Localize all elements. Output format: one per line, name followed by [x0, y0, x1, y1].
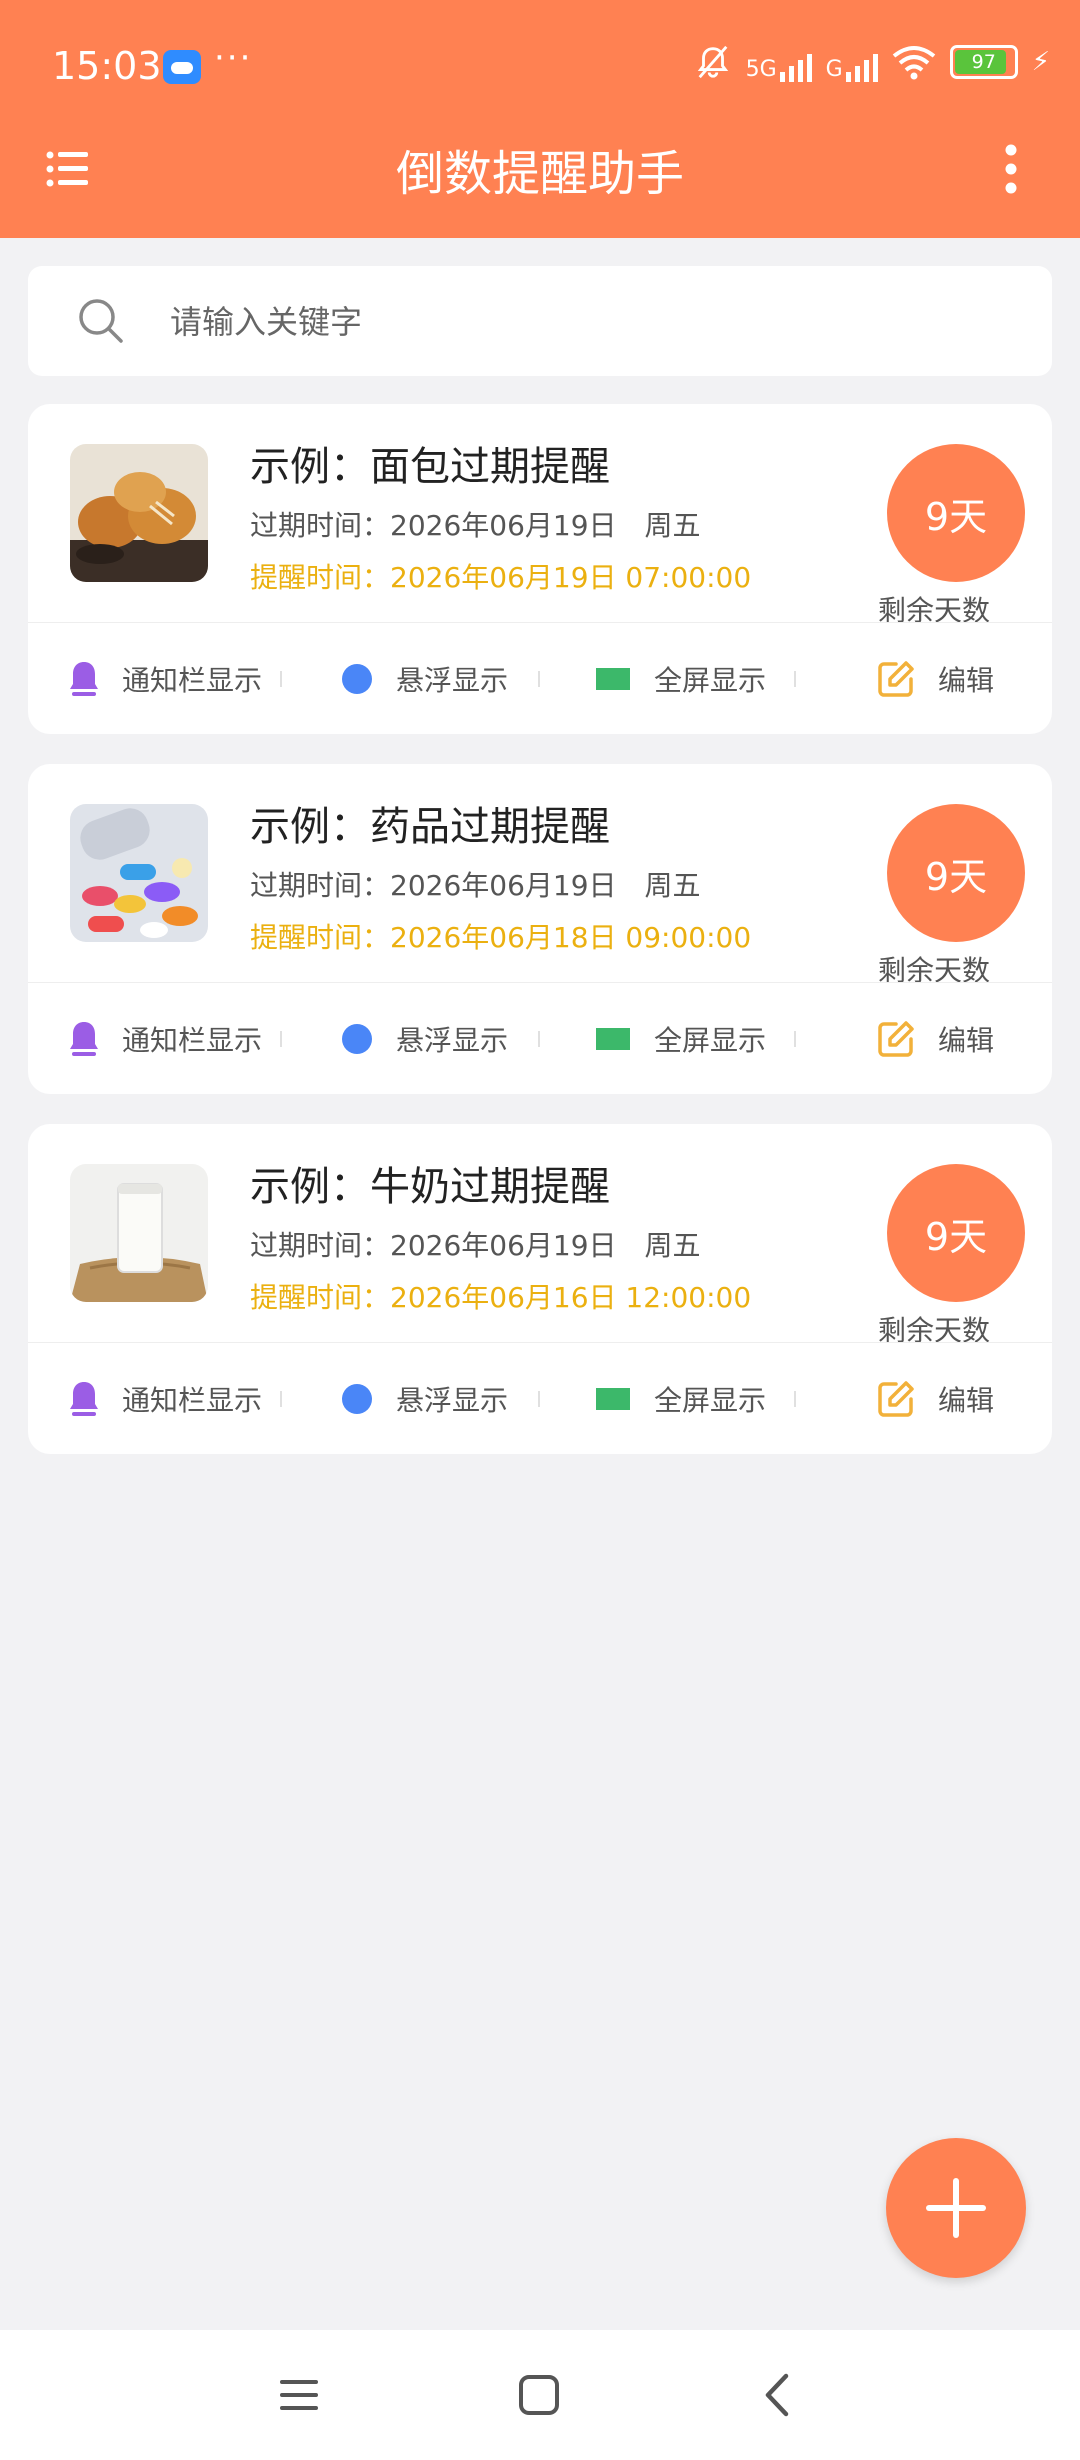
- edit-icon: [878, 661, 914, 697]
- pills-thumbnail: [70, 804, 208, 942]
- wifi-icon: [892, 46, 935, 80]
- separator: [794, 1391, 796, 1407]
- signal-5g-icon: 5G: [746, 42, 812, 82]
- bell-off-icon: [694, 43, 732, 81]
- status-time: 15:03: [52, 44, 162, 88]
- separator: [280, 1031, 282, 1047]
- add-reminder-button[interactable]: [886, 2138, 1026, 2278]
- charging-icon: ⚡: [1031, 47, 1050, 77]
- separator: [538, 1031, 540, 1047]
- fullscreen-label: 全屏显示: [654, 1024, 767, 1057]
- edit-icon: [878, 1021, 914, 1057]
- float-label: 悬浮显示: [396, 664, 509, 697]
- search-input[interactable]: [168, 292, 992, 352]
- separator: [794, 671, 796, 687]
- edit-label: 编辑: [938, 1024, 995, 1057]
- reminder-title: 示例：牛奶过期提醒: [250, 1164, 610, 1210]
- network-type-1: 5G: [745, 57, 777, 82]
- separator: [538, 1391, 540, 1407]
- search-bar: [28, 266, 1052, 376]
- bell-icon: [70, 1382, 98, 1416]
- separator: [280, 671, 282, 687]
- notify-label: 通知栏显示: [122, 664, 263, 697]
- signal-g-icon: G: [826, 42, 878, 82]
- notify-toggle[interactable]: 通知栏显示: [68, 1009, 262, 1069]
- divider: [28, 1342, 1052, 1343]
- divider: [28, 982, 1052, 983]
- recent-apps-icon[interactable]: [272, 2368, 326, 2422]
- remind-time: 提醒时间：2026年06月19日 07:00:00: [250, 561, 752, 594]
- notify-label: 通知栏显示: [122, 1024, 263, 1057]
- notify-label: 通知栏显示: [122, 1384, 263, 1417]
- float-label: 悬浮显示: [396, 1024, 509, 1057]
- card-actions: 通知栏显示 悬浮显示 全屏显示 编辑: [28, 1349, 1052, 1449]
- expire-time: 过期时间：2026年06月19日 周五: [250, 869, 701, 902]
- separator: [280, 1391, 282, 1407]
- float-toggle[interactable]: 悬浮显示: [340, 1009, 508, 1069]
- reminder-title: 示例：面包过期提醒: [250, 444, 610, 490]
- battery-icon: 97: [949, 45, 1018, 79]
- expire-time: 过期时间：2026年06月19日 周五: [250, 509, 701, 542]
- float-toggle[interactable]: 悬浮显示: [340, 649, 508, 709]
- float-dot-icon: [342, 1384, 372, 1414]
- days-remaining-label: 剩余天数: [878, 954, 991, 987]
- reminder-card[interactable]: 示例：牛奶过期提醒 过期时间：2026年06月19日 周五 提醒时间：2026年…: [28, 1124, 1052, 1454]
- reminder-title: 示例：药品过期提醒: [250, 804, 610, 850]
- notify-toggle[interactable]: 通知栏显示: [68, 649, 262, 709]
- edit-label: 编辑: [938, 1384, 995, 1417]
- more-notifications-icon: ···: [214, 38, 253, 78]
- battery-percent: 97: [971, 51, 996, 73]
- reminder-card[interactable]: 示例：面包过期提醒 过期时间：2026年06月19日 周五 提醒时间：2026年…: [28, 404, 1052, 734]
- fullscreen-icon: [596, 668, 630, 690]
- fullscreen-toggle[interactable]: 全屏显示: [594, 649, 766, 709]
- days-remaining-badge: 9天: [887, 804, 1025, 942]
- search-icon: [79, 299, 123, 343]
- days-remaining-label: 剩余天数: [878, 594, 991, 627]
- status-bar: 15:03 ··· 5G G 97 ⚡: [0, 0, 1080, 130]
- back-icon[interactable]: [752, 2368, 806, 2422]
- plus-icon: [926, 2178, 986, 2238]
- fullscreen-label: 全屏显示: [654, 1384, 767, 1417]
- bread-thumbnail: [70, 444, 208, 582]
- remind-time: 提醒时间：2026年06月16日 12:00:00: [250, 1281, 752, 1314]
- app-header: 15:03 ··· 5G G 97 ⚡ 倒数提醒助手: [0, 0, 1080, 238]
- separator: [538, 671, 540, 687]
- fullscreen-label: 全屏显示: [654, 664, 767, 697]
- float-label: 悬浮显示: [396, 1384, 509, 1417]
- fullscreen-toggle[interactable]: 全屏显示: [594, 1009, 766, 1069]
- float-dot-icon: [342, 1024, 372, 1054]
- card-actions: 通知栏显示 悬浮显示 全屏显示 编辑: [28, 629, 1052, 729]
- notify-toggle[interactable]: 通知栏显示: [68, 1369, 262, 1429]
- network-type-2: G: [825, 57, 843, 82]
- days-remaining-label: 剩余天数: [878, 1314, 991, 1347]
- days-remaining-badge: 9天: [887, 444, 1025, 582]
- reminder-card[interactable]: 示例：药品过期提醒 过期时间：2026年06月19日 周五 提醒时间：2026年…: [28, 764, 1052, 1094]
- page-title: 倒数提醒助手: [395, 146, 684, 202]
- edit-button[interactable]: 编辑: [876, 649, 994, 709]
- expire-time: 过期时间：2026年06月19日 周五: [250, 1229, 701, 1262]
- milk-thumbnail: [70, 1164, 208, 1302]
- days-remaining-badge: 9天: [887, 1164, 1025, 1302]
- more-vertical-icon[interactable]: [1000, 144, 1022, 194]
- fullscreen-icon: [596, 1028, 630, 1050]
- float-dot-icon: [342, 664, 372, 694]
- edit-icon: [878, 1381, 914, 1417]
- bell-icon: [70, 662, 98, 696]
- fullscreen-icon: [596, 1388, 630, 1410]
- float-toggle[interactable]: 悬浮显示: [340, 1369, 508, 1429]
- cloud-app-icon: [163, 50, 201, 84]
- system-navigation-bar: [0, 2330, 1080, 2460]
- edit-button[interactable]: 编辑: [876, 1009, 994, 1069]
- separator: [794, 1031, 796, 1047]
- card-actions: 通知栏显示 悬浮显示 全屏显示 编辑: [28, 989, 1052, 1089]
- divider: [28, 622, 1052, 623]
- remind-time: 提醒时间：2026年06月18日 09:00:00: [250, 921, 752, 954]
- fullscreen-toggle[interactable]: 全屏显示: [594, 1369, 766, 1429]
- home-icon[interactable]: [512, 2368, 566, 2422]
- edit-button[interactable]: 编辑: [876, 1369, 994, 1429]
- bell-icon: [70, 1022, 98, 1056]
- edit-label: 编辑: [938, 664, 995, 697]
- status-icons: 5G G 97 ⚡: [694, 42, 1050, 82]
